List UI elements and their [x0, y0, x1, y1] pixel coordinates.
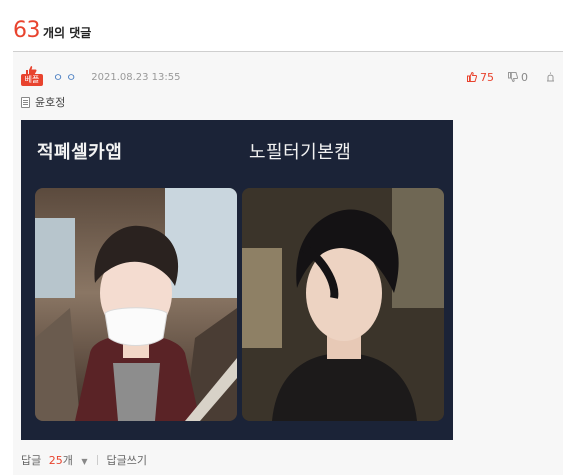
footer-divider: [96, 455, 98, 465]
caret-down-icon: ▼: [81, 457, 88, 466]
comment-title-row: 윤호정: [21, 94, 65, 110]
best-comment-badge: 베플: [21, 66, 43, 88]
comment-image[interactable]: 적폐셀카앱 노필터기본캠: [21, 120, 453, 440]
comment-count-label: 개의 댓글: [43, 26, 92, 40]
reply-count: 25: [48, 454, 63, 467]
selfie-unfiltered-image: [242, 188, 444, 421]
downvote-count: 0: [521, 70, 528, 84]
photo-left: [35, 188, 237, 421]
image-left-caption: 적폐셀카앱: [37, 142, 123, 163]
photo-right: [242, 188, 444, 421]
downvote-button[interactable]: 0: [508, 71, 528, 84]
upvote-button[interactable]: 75: [467, 71, 494, 84]
report-button[interactable]: [546, 72, 555, 82]
best-label: 베플: [21, 74, 43, 86]
report-icon: [547, 72, 554, 82]
document-icon: [21, 96, 30, 108]
comment-count-header: 63 개의 댓글: [13, 18, 91, 48]
comment-count: 63: [13, 18, 41, 43]
author-nickname[interactable]: ㅇㅇ: [53, 69, 79, 85]
reply-toggle[interactable]: 답글 25개 ▼: [21, 452, 88, 468]
comment-meta: 베플 ㅇㅇ 2021.08.23 13:55 75 0: [21, 66, 555, 88]
comment-item: 베플 ㅇㅇ 2021.08.23 13:55 75 0 윤호정 적폐셀카앱 노필…: [13, 52, 563, 475]
upvote-count: 75: [480, 70, 494, 84]
thumbs-down-icon: [508, 72, 518, 82]
comment-datetime: 2021.08.23 13:55: [91, 71, 181, 83]
comment-footer: 답글 25개 ▼ 답글쓰기: [21, 452, 147, 468]
comment-title: 윤호정: [35, 96, 66, 109]
reply-label: 답글: [21, 454, 42, 467]
write-reply-button[interactable]: 답글쓰기: [107, 452, 147, 468]
selfie-filtered-image: [35, 188, 237, 421]
thumbs-up-icon: [467, 72, 477, 82]
reply-unit: 개: [62, 454, 73, 467]
image-right-caption: 노필터기본캠: [249, 142, 352, 163]
